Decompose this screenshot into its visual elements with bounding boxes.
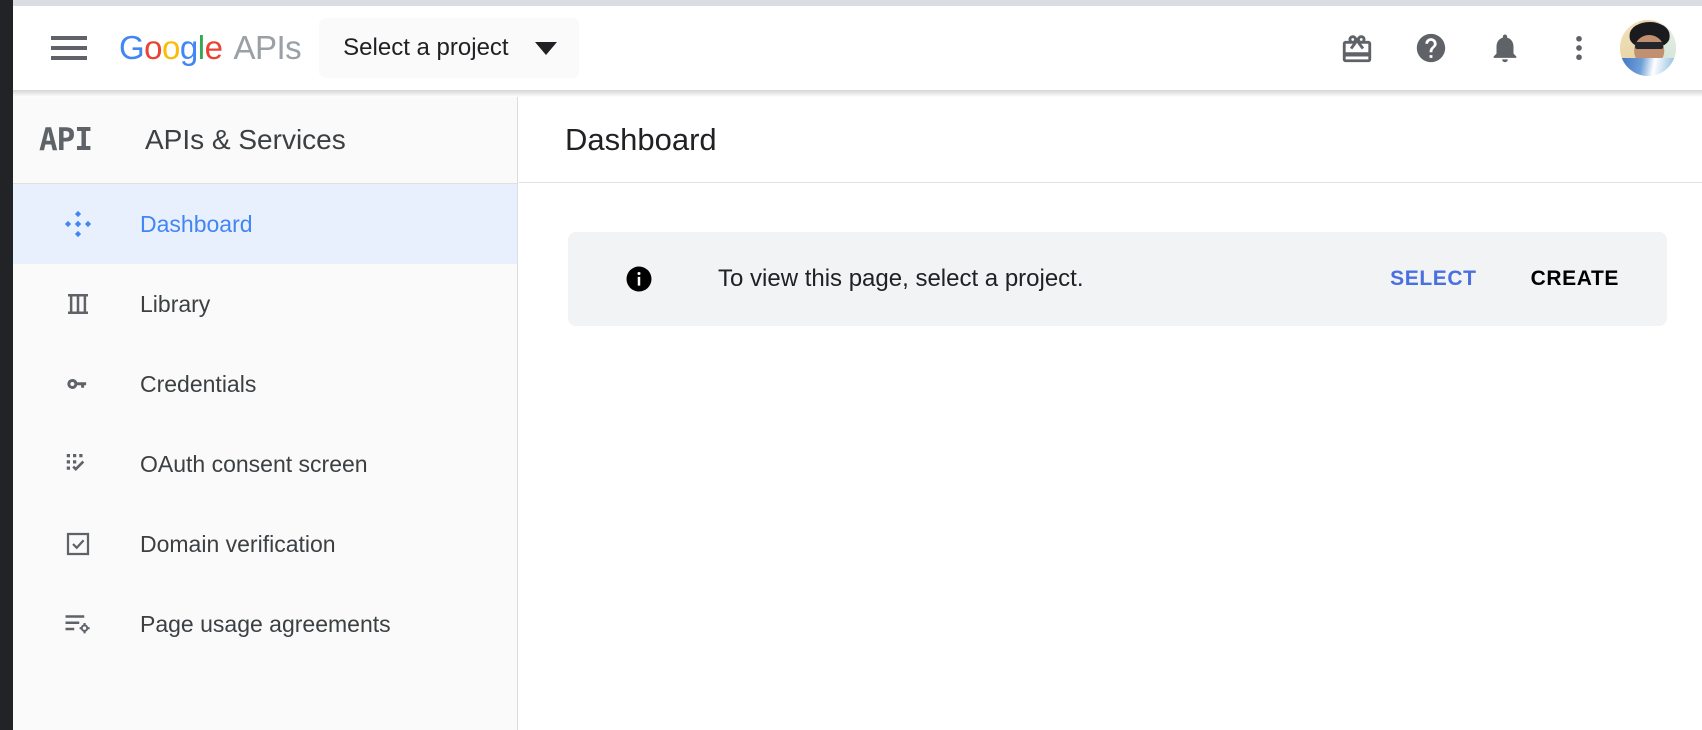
top-app-bar-shadow (13, 90, 1702, 97)
main-content: Dashboard To view this page, select a pr… (519, 97, 1702, 730)
google-apis-logo[interactable]: Google APIs (119, 29, 301, 67)
logo-letter-l: l (198, 29, 205, 67)
sidebar-item-domain-verification[interactable]: Domain verification (13, 504, 517, 584)
logo-letter-g2: g (180, 29, 198, 67)
account-avatar[interactable] (1620, 20, 1676, 76)
list-settings-icon (61, 607, 95, 641)
notice-message: To view this page, select a project. (718, 265, 1084, 293)
sidebar-header: API APIs & Services (13, 97, 517, 183)
hamburger-line (51, 36, 87, 40)
notifications-bell-icon[interactable] (1468, 11, 1542, 85)
sidebar-nav: Dashboard Library (13, 184, 517, 664)
dashboard-diamond-icon (61, 207, 95, 241)
project-picker-label: Select a project (343, 34, 508, 62)
chevron-down-icon (535, 42, 557, 55)
sidebar-item-label: OAuth consent screen (140, 451, 368, 478)
oauth-consent-icon (61, 447, 95, 481)
sidebar-item-label: Library (140, 291, 210, 318)
check-box-icon (61, 527, 95, 561)
library-icon (61, 287, 95, 321)
sidebar-item-label: Credentials (140, 371, 256, 398)
hamburger-menu-icon[interactable] (47, 26, 91, 70)
hamburger-line (51, 46, 87, 50)
sidebar-item-oauth-consent-screen[interactable]: OAuth consent screen (13, 424, 517, 504)
sidebar-item-dashboard[interactable]: Dashboard (13, 184, 517, 264)
sidebar-item-label: Page usage agreements (140, 611, 391, 638)
help-icon[interactable] (1394, 11, 1468, 85)
info-icon (624, 264, 654, 294)
api-logo: API (39, 122, 125, 158)
topbar-actions (1320, 11, 1676, 85)
sidebar: API APIs & Services Dashboard (13, 97, 518, 730)
more-vert-icon[interactable] (1542, 11, 1616, 85)
sidebar-title: APIs & Services (145, 124, 346, 156)
page-title: Dashboard (565, 122, 717, 158)
content-body: To view this page, select a project. SEL… (519, 183, 1702, 326)
sidebar-item-library[interactable]: Library (13, 264, 517, 344)
content-header: Dashboard (519, 97, 1702, 183)
logo-apis-text: APIs (233, 29, 301, 67)
gift-icon[interactable] (1320, 11, 1394, 85)
sidebar-item-label: Dashboard (140, 211, 253, 238)
hamburger-line (51, 56, 87, 60)
logo-letter-o2: o (162, 29, 180, 67)
logo-letter-g: G (119, 29, 144, 67)
select-project-notice: To view this page, select a project. SEL… (568, 232, 1667, 326)
top-app-bar: Google APIs Select a project (13, 6, 1702, 90)
create-project-button[interactable]: CREATE (1517, 257, 1633, 301)
select-project-button[interactable]: SELECT (1376, 257, 1490, 301)
logo-letter-o1: o (144, 29, 162, 67)
sidebar-item-label: Domain verification (140, 531, 336, 558)
sidebar-item-page-usage-agreements[interactable]: Page usage agreements (13, 584, 517, 664)
project-picker-button[interactable]: Select a project (319, 18, 578, 78)
avatar-glasses (1635, 42, 1663, 49)
key-icon (61, 367, 95, 401)
sidebar-item-credentials[interactable]: Credentials (13, 344, 517, 424)
app-window: Google APIs Select a project (0, 0, 1702, 730)
left-dark-rail (0, 0, 13, 730)
avatar-shirt (1620, 58, 1676, 76)
logo-letter-e: e (205, 29, 223, 67)
